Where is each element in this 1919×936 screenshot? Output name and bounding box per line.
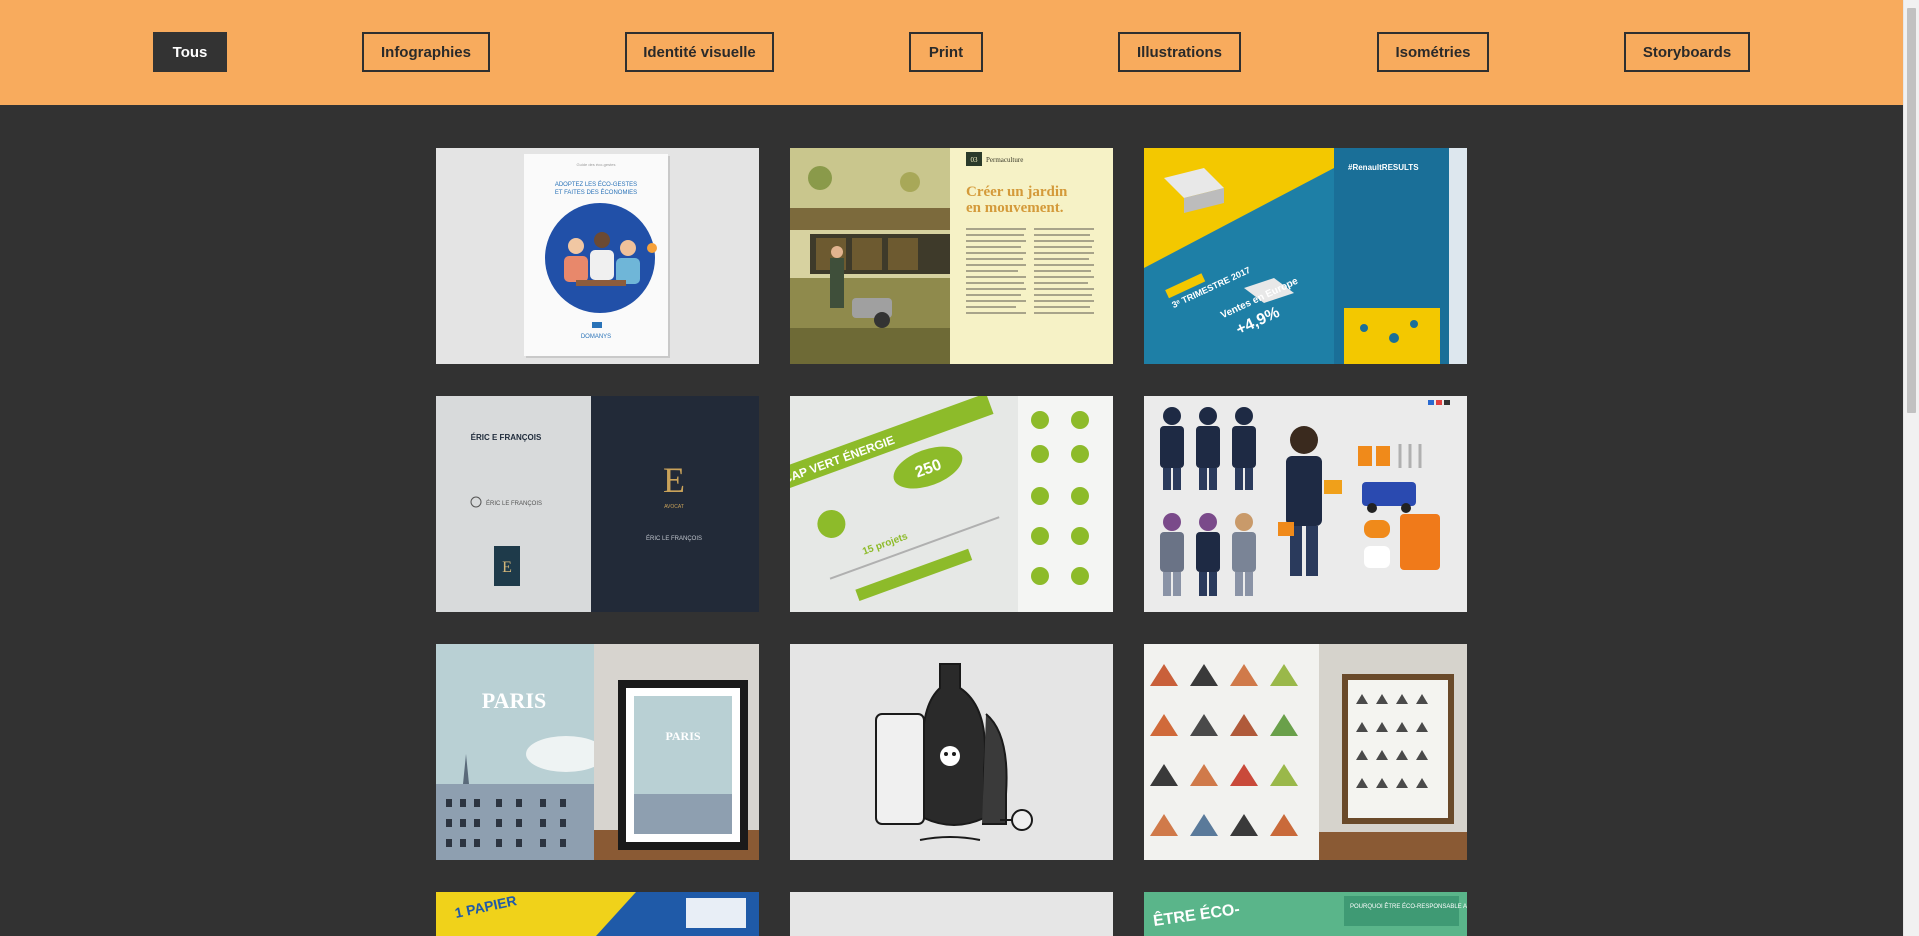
eric-le-francois-identity-image: ÉRIC E FRANÇOIS ÉRIC LE FRANÇOIS E E AVO… xyxy=(436,396,759,612)
filter-bar: Tous Infographies Identité visuelle Prin… xyxy=(0,0,1903,105)
svg-text:en mouvement.: en mouvement. xyxy=(966,200,1064,216)
filter-print-button[interactable]: Print xyxy=(909,32,983,72)
filter-identite-visuelle-button[interactable]: Identité visuelle xyxy=(625,32,774,72)
portfolio-item-permaculture[interactable]: 03 Permaculture Créer un jardin en mouve… xyxy=(790,148,1113,364)
portfolio-item-renault-results[interactable]: #RenaultRESULTS 3ᵉ TRIMESTRE 2017 Ventes… xyxy=(1144,148,1467,364)
blank-item-image xyxy=(790,892,1113,936)
paris-poster-image: PARIS PARIS xyxy=(436,644,759,860)
svg-text:Créer un jardin: Créer un jardin xyxy=(966,184,1068,200)
filter-isometries-button[interactable]: Isométries xyxy=(1377,32,1489,72)
papier-infographic-image: 1 PAPIER xyxy=(436,892,759,936)
svg-text:ÉRIC LE FRANÇOIS: ÉRIC LE FRANÇOIS xyxy=(486,500,542,507)
worker-characters-illustration xyxy=(1144,396,1467,612)
eco-gestes-brochure-image: Guide des éco-gestes ADOPTEZ LES ÉCO-GES… xyxy=(436,148,759,364)
filter-storyboards-button[interactable]: Storyboards xyxy=(1624,32,1750,72)
vertical-scrollbar[interactable] xyxy=(1903,0,1919,936)
a-frame-houses-poster-image xyxy=(1144,644,1467,860)
svg-text:Guide des éco-gestes: Guide des éco-gestes xyxy=(577,162,616,167)
portfolio-item-worker-characters[interactable] xyxy=(1144,396,1467,612)
filter-illustrations-button[interactable]: Illustrations xyxy=(1118,32,1241,72)
svg-text:ADOPTEZ LES ÉCO-GESTES: ADOPTEZ LES ÉCO-GESTES xyxy=(555,181,637,188)
cap-vert-energie-infographic-image: CAP VERT ÉNERGIE 250 15 projets xyxy=(790,396,1113,612)
portfolio-grid: Guide des éco-gestes ADOPTEZ LES ÉCO-GES… xyxy=(0,0,1903,936)
portfolio-item-papier-infographic[interactable]: 1 PAPIER xyxy=(436,892,759,936)
portfolio-item-eric-le-francois[interactable]: ÉRIC E FRANÇOIS ÉRIC LE FRANÇOIS E E AVO… xyxy=(436,396,759,612)
svg-text:PARIS: PARIS xyxy=(482,688,546,713)
svg-text:POURQUOI ÊTRE ÉCO-RESPONSABLE: POURQUOI ÊTRE ÉCO-RESPONSABLE AU BUREAU xyxy=(1350,902,1467,910)
svg-text:DOMANYS: DOMANYS xyxy=(581,334,611,340)
svg-text:E: E xyxy=(663,460,685,500)
filter-tous-button[interactable]: Tous xyxy=(153,32,227,72)
svg-text:#RenaultRESULTS: #RenaultRESULTS xyxy=(1348,163,1419,172)
portfolio-item-a-frame-houses[interactable] xyxy=(1144,644,1467,860)
svg-text:ÉRIC LE FRANÇOIS: ÉRIC LE FRANÇOIS xyxy=(646,535,702,542)
svg-text:AVOCAT: AVOCAT xyxy=(664,504,684,510)
portfolio-item-paris-poster[interactable]: PARIS PARIS xyxy=(436,644,759,860)
svg-text:ÉRIC E FRANÇOIS: ÉRIC E FRANÇOIS xyxy=(471,433,542,442)
eco-responsable-infographic-image: ÊTRE ÉCO- POURQUOI ÊTRE ÉCO-RESPONSABLE … xyxy=(1144,892,1467,936)
portfolio-item-eco-gestes[interactable]: Guide des éco-gestes ADOPTEZ LES ÉCO-GES… xyxy=(436,148,759,364)
svg-text:ET FAITES DES ÉCONOMIES: ET FAITES DES ÉCONOMIES xyxy=(555,189,637,196)
svg-text:Permaculture: Permaculture xyxy=(986,156,1023,164)
bottle-ink-illustration xyxy=(790,644,1113,860)
svg-text:PARIS: PARIS xyxy=(665,729,700,743)
scrollbar-thumb[interactable] xyxy=(1907,8,1916,413)
portfolio-item-blank[interactable] xyxy=(790,892,1113,936)
portfolio-item-cap-vert-energie[interactable]: CAP VERT ÉNERGIE 250 15 projets xyxy=(790,396,1113,612)
renault-infographic-image: #RenaultRESULTS 3ᵉ TRIMESTRE 2017 Ventes… xyxy=(1144,148,1467,364)
portfolio-item-eco-responsable[interactable]: ÊTRE ÉCO- POURQUOI ÊTRE ÉCO-RESPONSABLE … xyxy=(1144,892,1467,936)
portfolio-item-bottle-ink[interactable] xyxy=(790,644,1113,860)
svg-text:E: E xyxy=(502,559,512,576)
filter-infographies-button[interactable]: Infographies xyxy=(362,32,490,72)
svg-text:03: 03 xyxy=(971,156,979,164)
permaculture-spread-image: 03 Permaculture Créer un jardin en mouve… xyxy=(790,148,1113,364)
